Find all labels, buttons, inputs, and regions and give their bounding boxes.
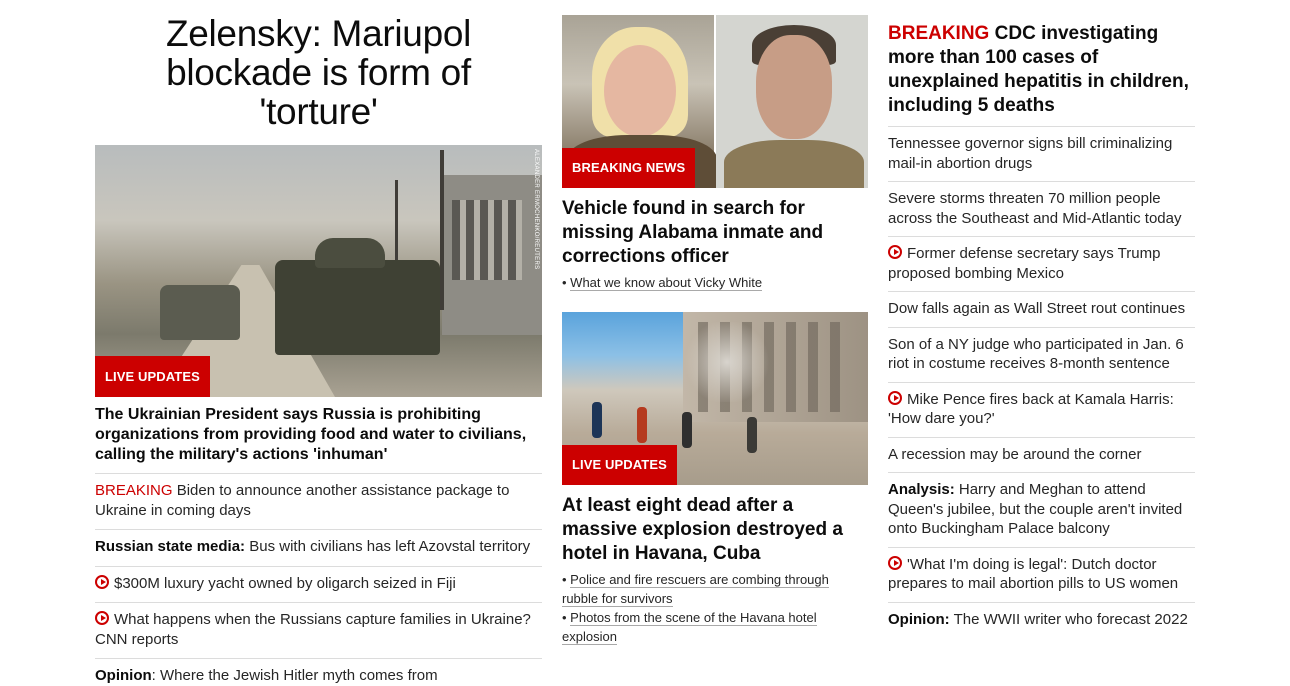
headline-link[interactable]: Opinion: The WWII writer who forecast 20… [888, 601, 1195, 638]
bullet-link[interactable]: Police and fire rescuers are combing thr… [562, 572, 829, 607]
headline-link[interactable]: Tennessee governor signs bill criminaliz… [888, 126, 1195, 181]
headline-link[interactable]: Mike Pence fires back at Kamala Harris: … [888, 381, 1195, 437]
opinion-label: Opinion [95, 667, 152, 684]
video-play-icon [888, 555, 902, 570]
headline-link-text: 'What I'm doing is legal': Dutch doctor … [888, 555, 1179, 593]
right-column: BREAKING CDC investigating more than 100… [888, 22, 1195, 637]
video-play-icon [888, 245, 902, 259]
photo-tank [275, 238, 440, 355]
related-link-text: $300M luxury yacht owned by oligarch sei… [114, 574, 456, 592]
related-link[interactable]: $300M luxury yacht owned by oligarch sei… [95, 565, 542, 603]
headline-link-text: Former defense secretary says Trump prop… [888, 245, 1161, 282]
photo-person [682, 412, 692, 448]
photo-person [637, 407, 647, 443]
photo-pole [440, 150, 444, 310]
photo-building [442, 175, 542, 335]
headline-link-text: A recession may be around the corner [888, 445, 1142, 463]
related-link[interactable]: Russian state media: Bus with civilians … [95, 529, 542, 566]
headline-link[interactable]: A recession may be around the corner [888, 436, 1195, 473]
havana-headline[interactable]: At least eight dead after a massive expl… [562, 494, 868, 566]
cdc-headline[interactable]: BREAKING CDC investigating more than 100… [888, 22, 1195, 118]
headline-link[interactable]: Son of a NY judge who participated in Ja… [888, 326, 1195, 382]
middle-column: BREAKING NEWS Vehicle found in search fo… [562, 15, 868, 646]
related-link[interactable]: What happens when the Russians capture f… [95, 602, 542, 658]
live-updates-badge[interactable]: LIVE UPDATES [562, 445, 677, 485]
photo-person [592, 402, 602, 438]
main-story: Zelensky: Mariupol blockade is form of '… [95, 14, 542, 686]
related-link-text: Bus with civilians has left Azovstal ter… [249, 538, 531, 555]
story-bullet[interactable]: • What we know about Vicky White [562, 273, 868, 292]
breaking-label: BREAKING [95, 482, 173, 499]
main-subheadline[interactable]: The Ukrainian President says Russia is p… [95, 405, 542, 465]
breaking-label: BREAKING [888, 23, 990, 44]
bullet-link[interactable]: Photos from the scene of the Havana hote… [562, 610, 817, 645]
photo-credit: ALEXANDER ERMOCHENKO/REUTERS [533, 149, 539, 270]
main-story-photo[interactable]: ALEXANDER ERMOCHENKO/REUTERS LIVE UPDATE… [95, 145, 542, 397]
related-link-text: What happens when the Russians capture f… [95, 611, 531, 648]
headline-link[interactable]: Dow falls again as Wall Street rout cont… [888, 291, 1195, 327]
headline-link-text: Dow falls again as Wall Street rout cont… [888, 300, 1186, 317]
photo-shirt [724, 140, 864, 188]
opinion-label: Opinion: [888, 610, 950, 628]
video-play-icon [888, 390, 902, 405]
alabama-headline[interactable]: Vehicle found in search for missing Alab… [562, 197, 868, 269]
photo-face [756, 35, 832, 139]
headline-link-text: The WWII writer who forecast 2022 [953, 610, 1188, 628]
mugshot-inmate [716, 15, 868, 188]
analysis-label: Analysis: [888, 481, 955, 498]
headline-link-text: Tennessee governor signs bill criminaliz… [888, 135, 1173, 172]
story-bullet[interactable]: • Photos from the scene of the Havana ho… [562, 608, 868, 646]
headline-link[interactable]: 'What I'm doing is legal': Dutch doctor … [888, 546, 1195, 602]
photo-person [747, 417, 757, 453]
headline-link-text: Mike Pence fires back at Kamala Harris: … [888, 390, 1174, 428]
related-link[interactable]: BREAKING Biden to announce another assis… [95, 473, 542, 529]
headline-link[interactable]: Analysis: Harry and Meghan to attend Que… [888, 472, 1195, 547]
photo-tank [160, 285, 240, 340]
related-link[interactable]: Opinion: Where the Jewish Hitler myth co… [95, 658, 542, 686]
video-play-icon [95, 574, 109, 589]
story-bullet[interactable]: • Police and fire rescuers are combing t… [562, 570, 868, 608]
headline-link-text: Son of a NY judge who participated in Ja… [888, 335, 1184, 373]
breaking-news-badge[interactable]: BREAKING NEWS [562, 148, 696, 188]
photo-face [604, 45, 676, 137]
havana-story-photo[interactable]: LIVE UPDATES [562, 312, 868, 485]
headline-link[interactable]: Severe storms threaten 70 million people… [888, 181, 1195, 236]
headline-link-text: Severe storms threaten 70 million people… [888, 190, 1182, 227]
source-label: Russian state media: [95, 538, 246, 555]
video-play-icon [95, 611, 109, 625]
bullet-link[interactable]: What we know about Vicky White [570, 275, 763, 291]
live-updates-badge[interactable]: LIVE UPDATES [95, 356, 210, 397]
photo-smoke [682, 322, 772, 402]
alabama-story-photo[interactable]: BREAKING NEWS [562, 15, 868, 188]
related-link-text: : Where the Jewish Hitler myth comes fro… [151, 667, 438, 684]
main-headline[interactable]: Zelensky: Mariupol blockade is form of '… [95, 14, 542, 131]
headline-link[interactable]: Former defense secretary says Trump prop… [888, 236, 1195, 291]
